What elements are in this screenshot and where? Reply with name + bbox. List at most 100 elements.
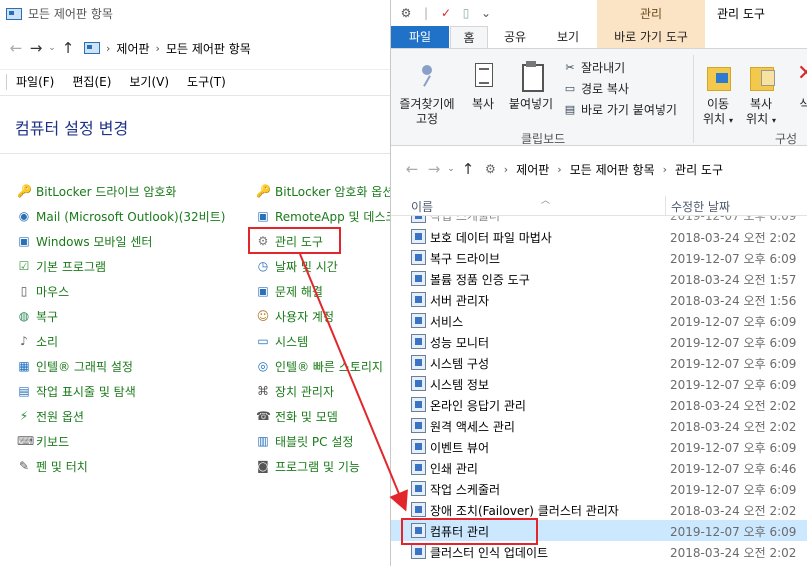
cp-item-pen-touch[interactable]: ✎ 펜 및 터치 <box>17 456 88 476</box>
cp-item-label: 시스템 <box>275 334 309 349</box>
cp-item-user-accounts[interactable]: ☺ 사용자 계정 <box>256 306 334 326</box>
tab-home[interactable]: 홈 <box>450 26 488 48</box>
list-item[interactable]: 작업 스케줄러 2019-12-07 오후 6:09 <box>391 478 807 499</box>
file-name: 원격 액세스 관리 <box>430 420 515 434</box>
breadcrumb-item[interactable]: 제어판 <box>116 40 149 57</box>
breadcrumb-item[interactable]: 제어판 <box>516 161 549 178</box>
breadcrumb-item[interactable]: 관리 도구 <box>675 161 723 178</box>
back-arrow-icon[interactable]: ← <box>6 39 26 57</box>
list-item[interactable]: 복구 드라이브 2019-12-07 오후 6:09 <box>391 247 807 268</box>
column-divider[interactable] <box>665 196 666 216</box>
tab-share[interactable]: 공유 <box>492 26 538 48</box>
delete-icon[interactable]: ✕ <box>797 61 807 86</box>
cp-item-default-programs[interactable]: ☑ 기본 프로그램 <box>17 256 106 276</box>
cut-button[interactable]: ✂ 잘라내기 <box>563 59 625 76</box>
cp-item-phone-modem[interactable]: ☎ 전화 및 모뎀 <box>256 406 338 426</box>
pin-to-quick-access-button[interactable]: 즐겨찾기에 고정 <box>397 61 457 127</box>
cp-item-date-time[interactable]: ◷ 날짜 및 시간 <box>256 256 338 276</box>
list-item[interactable]: 원격 액세스 관리 2018-03-24 오전 2:02 <box>391 415 807 436</box>
list-item[interactable]: 볼륨 정품 인증 도구 2018-03-24 오전 1:57 <box>391 268 807 289</box>
cp-item-intel-graphics[interactable]: ▦ 인텔® 그래픽 설정 <box>17 356 133 376</box>
move-to-icon <box>704 61 732 93</box>
move-to-button[interactable]: 이동 위치 ▾ <box>699 61 737 128</box>
cp-item-bitlocker[interactable]: 🔑 BitLocker 드라이브 암호화 <box>17 181 176 201</box>
shortcut-icon <box>411 313 426 328</box>
admin-tools-icon[interactable]: ⚙ <box>399 6 413 20</box>
list-item[interactable]: 온라인 응답기 관리 2018-03-24 오전 2:02 <box>391 394 807 415</box>
column-header-name[interactable]: 이름 <box>411 198 433 215</box>
keyboard-icon: ⌨ <box>17 434 35 448</box>
paste-button[interactable]: 붙여넣기 <box>505 61 557 112</box>
navigation-bar: ← → ⌄ ↑ ⚙ › 제어판 › 모든 제어판 항목 › 관리 도구 <box>391 156 807 182</box>
file-date: 2019-12-07 오후 6:09 <box>670 216 797 223</box>
breadcrumb-item[interactable]: 모든 제어판 항목 <box>570 161 655 178</box>
tab-shortcut-tools[interactable]: 바로 가기 도구 <box>597 26 705 48</box>
file-date: 2019-12-07 오후 6:09 <box>670 336 797 350</box>
cp-item-tablet-pc[interactable]: ▥ 태블릿 PC 설정 <box>256 431 353 451</box>
list-item[interactable]: 시스템 구성 2019-12-07 오후 6:09 <box>391 352 807 373</box>
copy-button[interactable]: 복사 <box>461 61 505 112</box>
copy-to-button[interactable]: 복사 위치 ▾ <box>741 61 781 128</box>
list-item[interactable]: 시스템 정보 2019-12-07 오후 6:09 <box>391 373 807 394</box>
menu-edit[interactable]: 편집(E) <box>72 73 111 90</box>
up-arrow-icon[interactable]: ↑ <box>58 39 78 57</box>
file-date: 2018-03-24 오전 2:02 <box>670 420 797 434</box>
shortcut-icon <box>411 544 426 559</box>
file-date: 2018-03-24 오전 2:02 <box>670 231 797 245</box>
cp-item-mobility-center[interactable]: ▣ Windows 모바일 센터 <box>17 231 152 251</box>
list-item[interactable]: 서버 관리자 2018-03-24 오전 1:56 <box>391 289 807 310</box>
recent-locations-chevron-icon[interactable]: ⌄ <box>46 43 58 53</box>
navigation-bar: ← → ⌄ ↑ › 제어판 › 모든 제어판 항목 <box>6 37 400 59</box>
cp-item-system[interactable]: ▭ 시스템 <box>256 331 308 351</box>
address-bar[interactable]: ⚙ › 제어판 › 모든 제어판 항목 › 관리 도구 <box>485 161 723 178</box>
tab-file[interactable]: 파일 <box>391 26 449 48</box>
breadcrumb-separator-icon: › <box>106 41 111 55</box>
menu-file[interactable]: 파일(F) <box>16 73 54 90</box>
breadcrumb-item[interactable]: 모든 제어판 항목 <box>166 40 251 57</box>
list-item[interactable]: 인쇄 관리 2019-12-07 오후 6:46 <box>391 457 807 478</box>
forward-arrow-icon[interactable]: → <box>26 39 46 57</box>
file-name: 서버 관리자 <box>430 294 490 308</box>
file-date: 2019-12-07 오후 6:09 <box>670 483 797 497</box>
list-item[interactable]: 보호 데이터 파일 마법사 2018-03-24 오전 2:02 <box>391 226 807 247</box>
tablet-icon: ▥ <box>257 434 269 448</box>
cp-item-sound[interactable]: ♪ 소리 <box>17 331 58 351</box>
file-date: 2019-12-07 오후 6:09 <box>670 441 797 455</box>
properties-icon[interactable]: ✓ <box>439 6 453 20</box>
cp-item-remoteapp[interactable]: ▣ RemoteApp 및 데스크 <box>256 206 396 226</box>
cp-item-mail[interactable]: ◉ Mail (Microsoft Outlook)(32비트) <box>17 206 226 226</box>
cp-item-mouse[interactable]: ▯ 마우스 <box>17 281 69 301</box>
new-folder-icon[interactable]: ▯ <box>459 6 473 20</box>
list-item[interactable]: 작업 스케줄러 2019-12-07 오후 6:09 <box>391 216 807 226</box>
back-arrow-icon[interactable]: ← <box>401 160 423 178</box>
cp-item-label: 펜 및 터치 <box>36 459 88 474</box>
tab-view[interactable]: 보기 <box>543 26 593 48</box>
cp-item-troubleshooting[interactable]: ▣ 문제 해결 <box>256 281 323 301</box>
cp-item-label: 장치 관리자 <box>275 384 335 399</box>
cp-item-recovery[interactable]: ◍ 복구 <box>17 306 58 326</box>
cp-item-bitlocker-options[interactable]: 🔑 BitLocker 암호화 옵션 <box>256 181 393 201</box>
menu-tools[interactable]: 도구(T) <box>187 73 226 90</box>
list-item[interactable]: 장애 조치(Failover) 클러스터 관리자 2018-03-24 오전 2… <box>391 499 807 520</box>
forward-arrow-icon[interactable]: → <box>423 160 445 178</box>
dropdown-caret-icon: ▾ <box>728 116 733 125</box>
paste-shortcut-button[interactable]: ▤ 바로 가기 붙여넣기 <box>563 101 677 118</box>
list-item[interactable]: 이벤트 뷰어 2019-12-07 오후 6:09 <box>391 436 807 457</box>
up-arrow-icon[interactable]: ↑ <box>457 160 479 178</box>
recent-locations-chevron-icon[interactable]: ⌄ <box>445 164 457 174</box>
cp-item-keyboard[interactable]: ⌨ 키보드 <box>17 431 69 451</box>
menu-view[interactable]: 보기(V) <box>129 73 169 90</box>
customize-chevron-icon[interactable]: ⌄ <box>479 6 493 20</box>
address-bar[interactable]: › 제어판 › 모든 제어판 항목 <box>84 40 251 57</box>
cp-item-programs-features[interactable]: ◙ 프로그램 및 기능 <box>256 456 360 476</box>
list-item[interactable]: 서비스 2019-12-07 오후 6:09 <box>391 310 807 331</box>
cp-item-intel-storage[interactable]: ◎ 인텔® 빠른 스토리지 <box>256 356 383 376</box>
clipboard-group-label: 클립보드 <box>521 132 566 146</box>
shortcut-icon <box>411 334 426 349</box>
cp-item-power[interactable]: ⚡ 전원 옵션 <box>17 406 84 426</box>
list-item[interactable]: 성능 모니터 2019-12-07 오후 6:09 <box>391 331 807 352</box>
cp-item-taskbar[interactable]: ▤ 작업 표시줄 및 탐색 <box>17 381 135 401</box>
copy-path-button[interactable]: ▭ 경로 복사 <box>563 80 629 97</box>
cp-item-device-manager[interactable]: ⌘ 장치 관리자 <box>256 381 334 401</box>
column-header-date[interactable]: 수정한 날짜 <box>671 198 730 215</box>
